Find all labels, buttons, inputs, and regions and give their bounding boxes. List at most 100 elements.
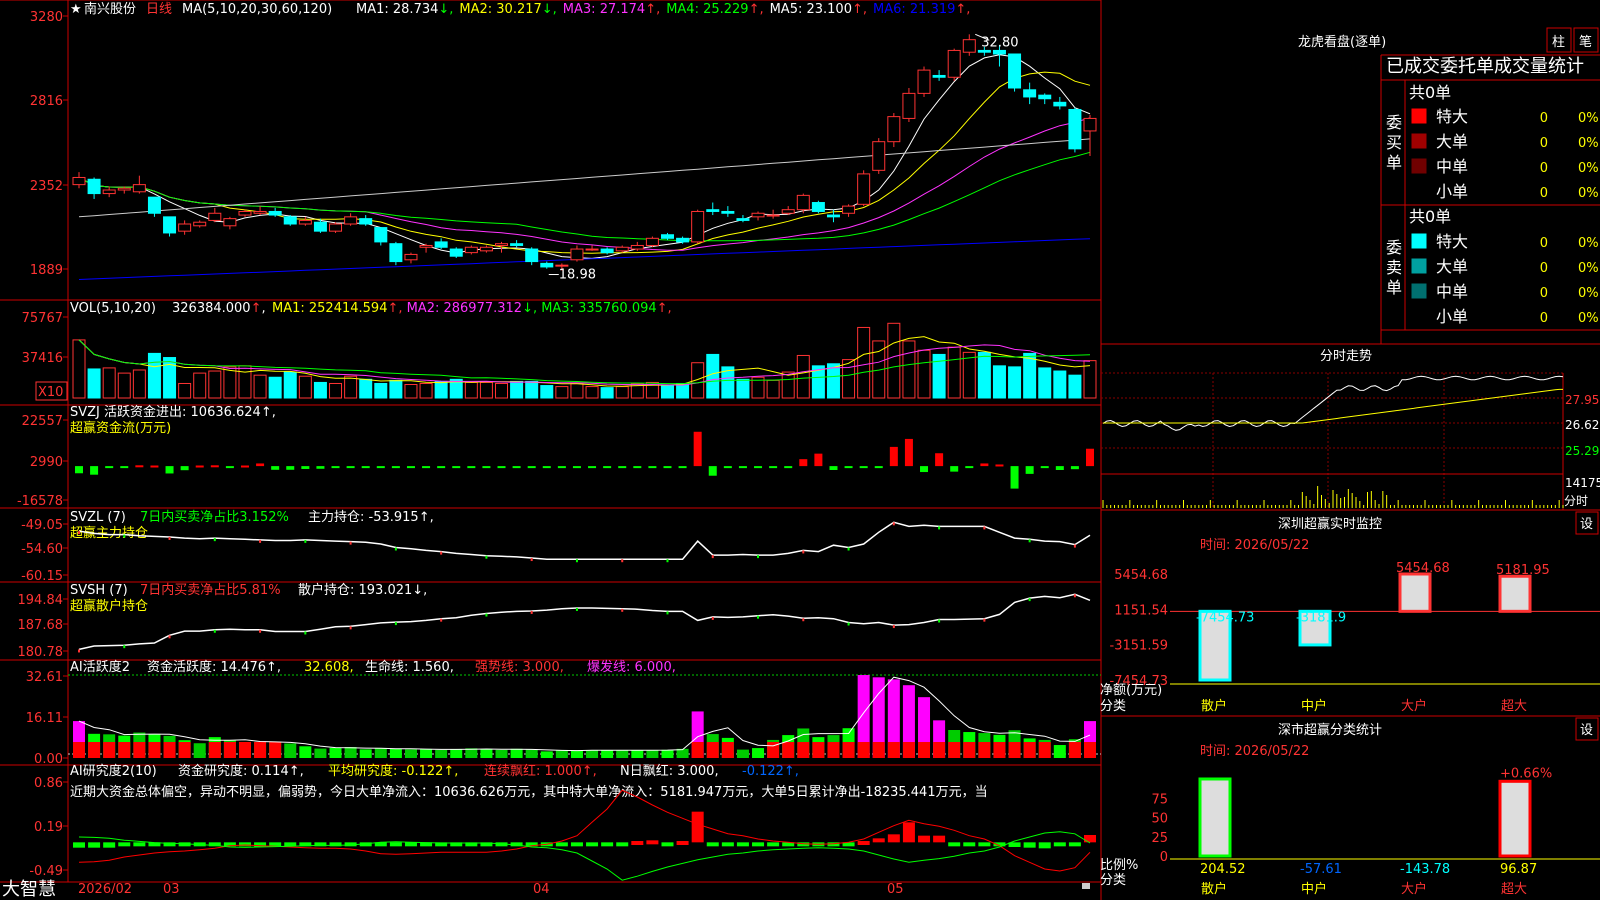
svzj-bar (1040, 466, 1049, 469)
brand-label: 大智慧 (2, 879, 56, 900)
svsh-line-tick (304, 631, 307, 635)
realtime-monitor-panel: 深圳超赢实时监控 设 时间: 2026/05/22 5454.68 1151.54… (1100, 511, 1600, 714)
volume-unit-label: X10 (38, 385, 63, 400)
period-label[interactable]: 日线 (146, 2, 172, 17)
ai-research-bar (978, 842, 991, 847)
ai-research-bar (948, 842, 961, 847)
svzj-bar (663, 466, 672, 469)
candle-down (525, 248, 539, 263)
volume-header: VOL(5,10,20) 326384.000↑, MA1: 252414.59… (70, 301, 672, 316)
monitor-y-tick: 1151.54 (1114, 603, 1168, 618)
candle-up (1083, 117, 1097, 132)
svzj-bar (633, 466, 642, 469)
volume-bar (887, 322, 901, 399)
stat-settings-label: 设 (1580, 723, 1593, 738)
ai-active-bar (540, 751, 553, 758)
ai-active-bar (586, 750, 599, 758)
sell-side-label: 委卖单 (1386, 238, 1402, 297)
candle-up (857, 173, 871, 205)
ai-research-bar (646, 840, 659, 845)
monitor-ylabel: 净额(万元) (1100, 683, 1162, 698)
svzj-bar (542, 466, 551, 469)
ai-research-b: 平均研究度: -0.122↑, (328, 763, 458, 779)
lhb-title: 龙虎看盘(逐单) (1298, 34, 1386, 50)
date-label-may: 05 (887, 882, 904, 897)
ai-active-e: 爆发线: 6.000, (587, 659, 676, 675)
volume-bar (389, 379, 403, 399)
candle-up (751, 212, 765, 218)
candle-up (872, 141, 886, 171)
intraday-title: 分时走势 (1320, 348, 1372, 364)
ai-active-base (706, 742, 719, 758)
buy-count: 共0单 (1409, 83, 1451, 102)
volume-bar (992, 365, 1006, 399)
svzl-line-tick (1028, 539, 1031, 543)
y-tick-label: -16578 (17, 494, 63, 509)
svzj-bar (769, 466, 778, 469)
svzj-bar (90, 466, 99, 475)
volume-bar (736, 378, 750, 399)
svzj-bar (75, 466, 83, 474)
svzj-bar (557, 466, 566, 469)
candle-up (132, 184, 146, 193)
lock-icon[interactable] (1082, 883, 1090, 889)
legend-item: MA1: 252414.594↑, (272, 301, 403, 316)
svzl-line-tick (1073, 544, 1076, 548)
ai-active-title: AI活跃度2 (70, 659, 130, 675)
ai-research-bar (752, 842, 765, 847)
order-swatch (1411, 183, 1427, 199)
ai-active-base (88, 742, 101, 758)
price-candles (72, 33, 1097, 280)
order-pct: 0% (1578, 236, 1599, 251)
volume-bar (826, 363, 840, 399)
candle-up (947, 49, 961, 78)
order-pct: 0% (1578, 261, 1599, 276)
order-pct: 0% (1578, 161, 1599, 176)
ai-active-bar (661, 749, 674, 758)
legend-item: MA3: 335760.094↑, (541, 301, 672, 316)
volume-bar (495, 382, 509, 399)
svzj-bar (618, 466, 627, 469)
svsh-line-tick (983, 618, 986, 622)
svzj-bar (422, 466, 431, 469)
legend-item: MA4: 25.229↑, (666, 2, 763, 17)
order-value: 0 (1540, 236, 1548, 251)
stat-bar-super (1498, 779, 1532, 858)
y-tick-label: 0.19 (34, 820, 63, 835)
svsh-line-tick (78, 649, 80, 653)
volume-bar (977, 351, 991, 399)
candle-down (721, 210, 735, 214)
ai-research-d: N日飘红: 3.000, (620, 763, 719, 779)
svzj-bar (844, 466, 853, 469)
candle-down (1038, 94, 1052, 100)
candle-up (962, 39, 976, 53)
svsh-line-tick (1028, 598, 1031, 602)
svsh-line-tick (666, 611, 669, 615)
svsh-line-tick (847, 622, 850, 626)
order-swatch (1411, 258, 1427, 274)
svzj-bar (648, 466, 657, 469)
volume-bar (842, 359, 856, 399)
volume-bar (1023, 352, 1037, 399)
monitor-category: 散户 (1201, 698, 1227, 714)
date-label-feb: 2026/02 (78, 882, 132, 897)
svzl-line-tick (938, 526, 941, 530)
ai-active-bar (1053, 745, 1066, 758)
vertical-label-char: 卖 (1386, 258, 1402, 277)
candle-down (811, 202, 825, 212)
y-tick-label: -54.60 (21, 542, 63, 557)
ai-active-bar (570, 750, 583, 758)
ai-active-bar (450, 749, 463, 758)
candle-down (660, 234, 674, 239)
stock-name[interactable]: 南兴股份 (84, 1, 136, 17)
candle-down (977, 49, 991, 53)
candle-up (555, 264, 569, 267)
volume-bar (947, 346, 961, 399)
candle-up (208, 212, 222, 221)
candle-up (404, 253, 418, 261)
y-tick-label: 2816 (30, 94, 63, 109)
svsh-line-tick (802, 618, 805, 622)
vertical-label-char: 委 (1386, 238, 1402, 257)
order-value: 0 (1540, 261, 1548, 276)
svzj-bar (225, 466, 234, 469)
